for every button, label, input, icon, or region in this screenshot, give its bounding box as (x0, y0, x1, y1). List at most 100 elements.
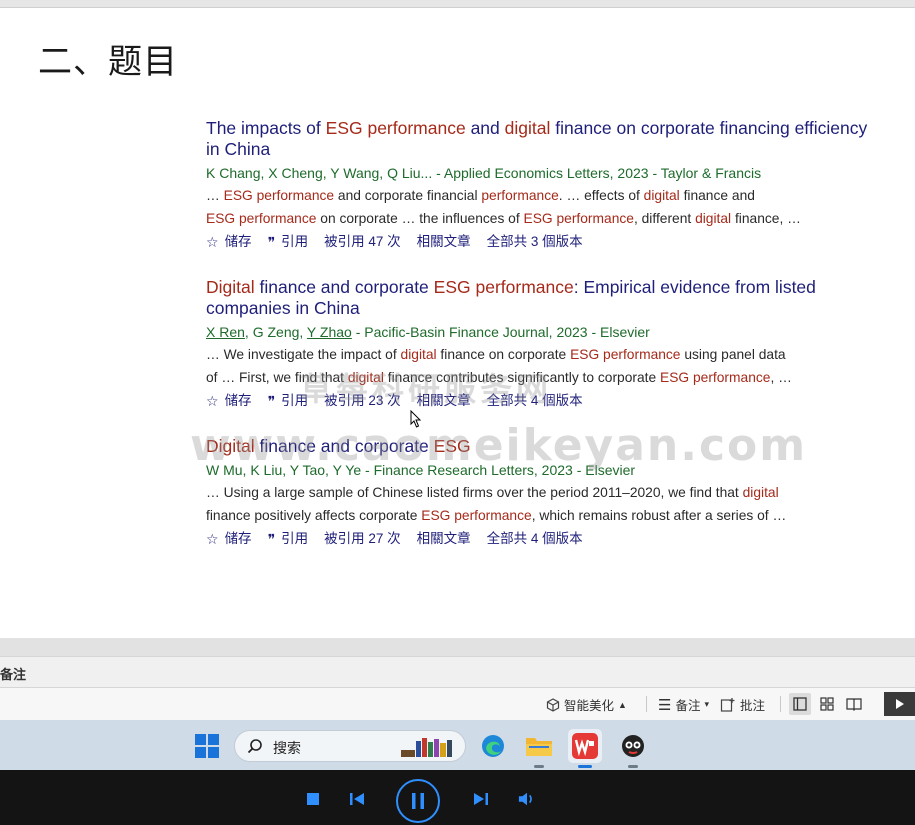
snippet-text: … We investigate the impact of (206, 347, 401, 362)
slide-title: 二、题目 (38, 42, 178, 82)
search-result: The impacts of ESG performance and digit… (206, 118, 876, 252)
related-articles-link[interactable]: 相關文章 (417, 391, 471, 411)
edge-icon[interactable] (476, 729, 510, 763)
cited-by-link-label: 被引用 27 次 (324, 531, 401, 546)
save-link[interactable]: ☆ 储存 (206, 232, 252, 252)
author-profile-link[interactable]: Y Zhao (307, 324, 352, 340)
save-link[interactable]: ☆ 储存 (206, 391, 252, 411)
quote-icon: ❞ (267, 393, 276, 409)
star-icon: ☆ (206, 531, 219, 547)
save-link[interactable]: ☆ 储存 (206, 529, 252, 549)
cited-by-link[interactable]: 被引用 23 次 (324, 391, 401, 411)
chat-app-icon[interactable] (616, 729, 650, 768)
play-icon (895, 699, 904, 709)
title-keyword-highlight: Digital (206, 436, 255, 456)
snippet-keyword-highlight: digital (742, 485, 779, 500)
cited-by-link[interactable]: 被引用 27 次 (324, 529, 401, 549)
search-icon (247, 739, 262, 754)
result-authors-source: K Chang, X Cheng, Y Wang, Q Liu... - App… (206, 163, 876, 183)
quote-icon: ❞ (267, 531, 276, 547)
snippet-text: , … (770, 370, 792, 385)
star-icon: ☆ (206, 393, 219, 409)
save-link-label: 储存 (224, 393, 252, 408)
running-indicator (534, 765, 544, 768)
cube-icon (546, 697, 560, 712)
snippet-text: and corporate financial (334, 188, 482, 203)
file-explorer-icon[interactable] (522, 729, 556, 768)
notes-lines-icon: ☰ (658, 696, 672, 714)
annotate-button[interactable]: 批注 (720, 695, 765, 714)
grid-view-icon (820, 697, 834, 711)
cite-link[interactable]: ❞ 引用 (268, 391, 309, 411)
result-snippet-line: … We investigate the impact of digital f… (206, 344, 876, 365)
volume-button[interactable] (518, 790, 536, 808)
snippet-keyword-highlight: digital (643, 188, 680, 203)
all-versions-link[interactable]: 全部共 4 個版本 (487, 529, 583, 549)
smart-beautify-button[interactable]: 智能美化 ▲ (546, 695, 627, 714)
toolbar-divider (780, 696, 781, 712)
grid-view-button[interactable] (816, 693, 838, 715)
all-versions-link-label: 全部共 4 個版本 (486, 393, 583, 408)
snippet-text: finance on corporate (436, 347, 571, 362)
windows-start-icon[interactable] (195, 734, 219, 758)
title-text: finance and corporate (254, 277, 434, 297)
snippet-keyword-highlight: digital (400, 347, 437, 362)
annotate-label: 批注 (740, 699, 766, 713)
result-snippet-line: … ESG performance and corporate financia… (206, 185, 876, 206)
result-title-link[interactable]: The impacts of ESG performance and digit… (206, 118, 876, 160)
snippet-text: using panel data (680, 347, 786, 362)
related-articles-link[interactable]: 相關文章 (417, 529, 471, 549)
notes-pane[interactable]: 备注 (0, 656, 915, 688)
active-indicator (578, 765, 592, 768)
authors-text: - Pacific-Basin Finance Journal, 2023 - … (351, 324, 650, 340)
snippet-text: … (206, 188, 224, 203)
authors-text: W Mu, K Liu, Y Tao, Y Ye - Finance Resea… (206, 462, 636, 478)
cite-link-label: 引用 (281, 531, 309, 546)
all-versions-link[interactable]: 全部共 3 個版本 (487, 232, 583, 252)
snippet-keyword-highlight: digital (347, 370, 384, 385)
snippet-keyword-highlight: performance (481, 188, 559, 203)
notes-label: 备注 (0, 667, 27, 682)
snippet-text: . … effects of (558, 188, 644, 203)
cite-link[interactable]: ❞ 引用 (268, 529, 309, 549)
pause-button[interactable] (396, 779, 440, 823)
author-profile-link[interactable]: X Ren (206, 324, 245, 340)
stop-icon (307, 793, 319, 805)
next-button[interactable] (472, 790, 490, 808)
volume-icon (518, 792, 532, 806)
snippet-keyword-highlight: ESG performance (523, 211, 634, 226)
related-articles-link-label: 相關文章 (416, 234, 471, 249)
snippet-text: , which remains robust after a series of… (531, 508, 787, 523)
reading-view-button[interactable] (843, 693, 865, 715)
cite-link[interactable]: ❞ 引用 (268, 232, 309, 252)
previous-button[interactable] (348, 790, 366, 808)
normal-view-button[interactable] (789, 693, 811, 715)
running-indicator (628, 765, 638, 768)
related-articles-link-label: 相關文章 (416, 531, 471, 546)
normal-view-icon (793, 697, 807, 711)
notes-toggle-button[interactable]: ☰ 备注 ▾ (658, 695, 709, 714)
snippet-text: finance contributes significantly to cor… (383, 370, 661, 385)
cited-by-link[interactable]: 被引用 47 次 (324, 232, 401, 252)
slide-panel-gap (0, 638, 915, 656)
taskbar-search-box[interactable]: 搜索 (234, 730, 466, 762)
quote-icon: ❞ (267, 234, 276, 250)
search-results-list: The impacts of ESG performance and digit… (206, 118, 876, 574)
slideshow-play-button[interactable] (884, 692, 915, 716)
snippet-text: , different (633, 211, 696, 226)
chevron-down-icon: ▾ (704, 699, 709, 709)
result-title-link[interactable]: Digital finance and corporate ESG perfor… (206, 277, 876, 319)
stop-button[interactable] (304, 790, 322, 808)
result-title-link[interactable]: Digital finance and corporate ESG (206, 436, 876, 457)
result-snippet-line: of … First, we find that digital finance… (206, 367, 876, 388)
authors-text: , G Zeng, (244, 324, 307, 340)
all-versions-link-label: 全部共 4 個版本 (486, 531, 583, 546)
search-highlight-books-icon (401, 738, 452, 757)
authors-text: K Chang, X Cheng, Y Wang, Q Liu... - App… (206, 165, 762, 181)
snippet-keyword-highlight: ESG performance (660, 370, 771, 385)
skip-back-icon (350, 793, 364, 805)
all-versions-link[interactable]: 全部共 4 個版本 (487, 391, 583, 411)
related-articles-link[interactable]: 相關文章 (417, 232, 471, 252)
title-keyword-highlight: ESG performance (433, 277, 574, 297)
wps-icon[interactable] (568, 729, 602, 768)
